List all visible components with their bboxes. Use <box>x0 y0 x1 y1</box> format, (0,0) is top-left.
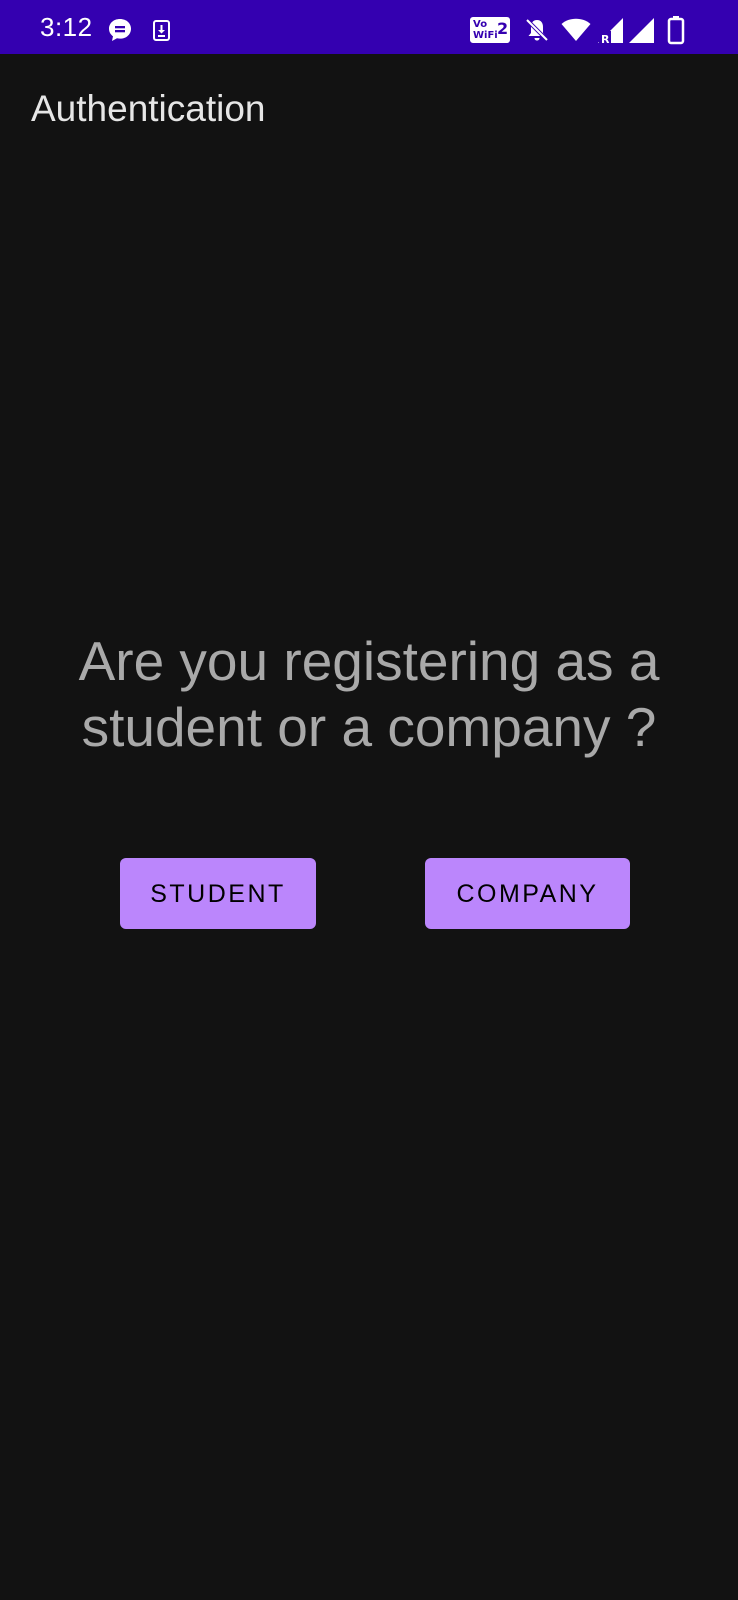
battery-icon <box>667 16 685 45</box>
vowifi-badge: Vo WiFi 2 <box>470 17 510 43</box>
vowifi-line2: WiFi <box>473 30 498 41</box>
vowifi-line1: Vo <box>473 19 488 30</box>
download-icon <box>153 20 170 41</box>
app-bar-title: Authentication <box>31 88 266 129</box>
signal-roaming-icon: R <box>598 18 623 44</box>
signal-icon <box>629 18 654 43</box>
vowifi-sim: 2 <box>497 19 509 38</box>
wifi-icon <box>561 18 591 41</box>
status-bar: 3:12 Vo WiFi 2 R <box>0 0 738 54</box>
registration-question: Are you registering as a student or a co… <box>78 630 660 758</box>
student-button[interactable]: STUDENT <box>120 858 316 929</box>
company-button[interactable]: COMPANY <box>425 858 630 929</box>
roaming-label: R <box>601 33 610 44</box>
notifications-off-icon <box>525 18 549 42</box>
status-time: 3:12 <box>40 12 93 42</box>
message-icon <box>109 19 131 41</box>
